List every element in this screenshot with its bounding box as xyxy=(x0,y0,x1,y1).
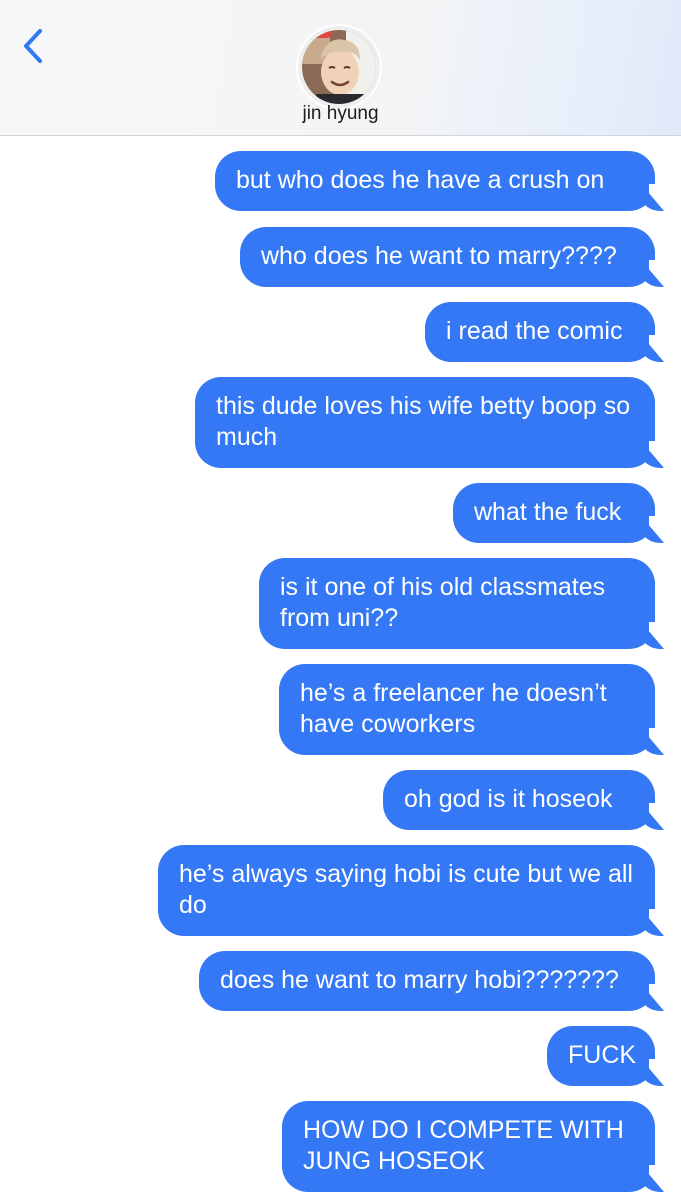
message-text: this dude loves his wife betty boop so m… xyxy=(216,392,631,451)
back-button[interactable] xyxy=(18,24,52,68)
message-row: FUCK xyxy=(0,1026,681,1087)
sent-message-bubble[interactable]: he’s always saying hobi is cute but we a… xyxy=(158,845,669,937)
message-text: who does he want to marry???? xyxy=(261,242,617,270)
message-text: HOW DO I COMPETE WITH JUNG HOSEOK xyxy=(303,1116,624,1175)
chevron-left-icon xyxy=(24,29,42,63)
message-row: who does he want to marry???? xyxy=(0,227,681,288)
message-row: what the fuck xyxy=(0,483,681,544)
message-row: he’s a freelancer he doesn’t have cowork… xyxy=(0,664,681,756)
sent-message-bubble[interactable]: HOW DO I COMPETE WITH JUNG HOSEOK xyxy=(282,1101,669,1193)
message-row: is it one of his old classmates from uni… xyxy=(0,558,681,650)
sent-message-bubble[interactable]: what the fuck xyxy=(453,483,669,544)
message-row: oh god is it hoseok xyxy=(0,770,681,831)
message-text: does he want to marry hobi??????? xyxy=(220,966,619,994)
sent-message-bubble[interactable]: oh god is it hoseok xyxy=(383,770,669,831)
contact-avatar[interactable] xyxy=(296,24,382,110)
message-row: this dude loves his wife betty boop so m… xyxy=(0,377,681,469)
message-row: HOW DO I COMPETE WITH JUNG HOSEOK xyxy=(0,1101,681,1193)
message-text: he’s a freelancer he doesn’t have cowork… xyxy=(300,679,607,738)
message-text: FUCK xyxy=(568,1041,637,1069)
sent-message-bubble[interactable]: this dude loves his wife betty boop so m… xyxy=(195,377,669,469)
message-text: is it one of his old classmates from uni… xyxy=(280,573,606,632)
contact-name[interactable]: jin hyung xyxy=(0,103,681,125)
message-text: he’s always saying hobi is cute but we a… xyxy=(179,860,633,919)
message-text: i read the comic xyxy=(446,317,623,345)
message-row: does he want to marry hobi??????? xyxy=(0,951,681,1012)
sent-message-bubble[interactable]: is it one of his old classmates from uni… xyxy=(259,558,669,650)
message-row: i read the comic xyxy=(0,302,681,363)
message-text: what the fuck xyxy=(474,498,622,526)
sent-message-bubble[interactable]: he’s a freelancer he doesn’t have cowork… xyxy=(279,664,669,756)
sent-message-bubble[interactable]: FUCK xyxy=(547,1026,669,1087)
sent-message-bubble[interactable]: does he want to marry hobi??????? xyxy=(199,951,669,1012)
message-text: but who does he have a crush on xyxy=(236,166,605,194)
sent-message-bubble[interactable]: but who does he have a crush on xyxy=(215,151,669,212)
avatar-photo xyxy=(296,24,382,110)
message-text: oh god is it hoseok xyxy=(404,785,613,813)
sent-message-bubble[interactable]: who does he want to marry???? xyxy=(240,227,669,288)
sent-message-bubble[interactable]: i read the comic xyxy=(425,302,669,363)
message-row: but who does he have a crush on xyxy=(0,151,681,212)
conversation-header: jin hyung xyxy=(0,0,681,136)
message-row: he’s always saying hobi is cute but we a… xyxy=(0,845,681,937)
message-thread: but who does he have a crush on who does… xyxy=(0,151,681,1193)
